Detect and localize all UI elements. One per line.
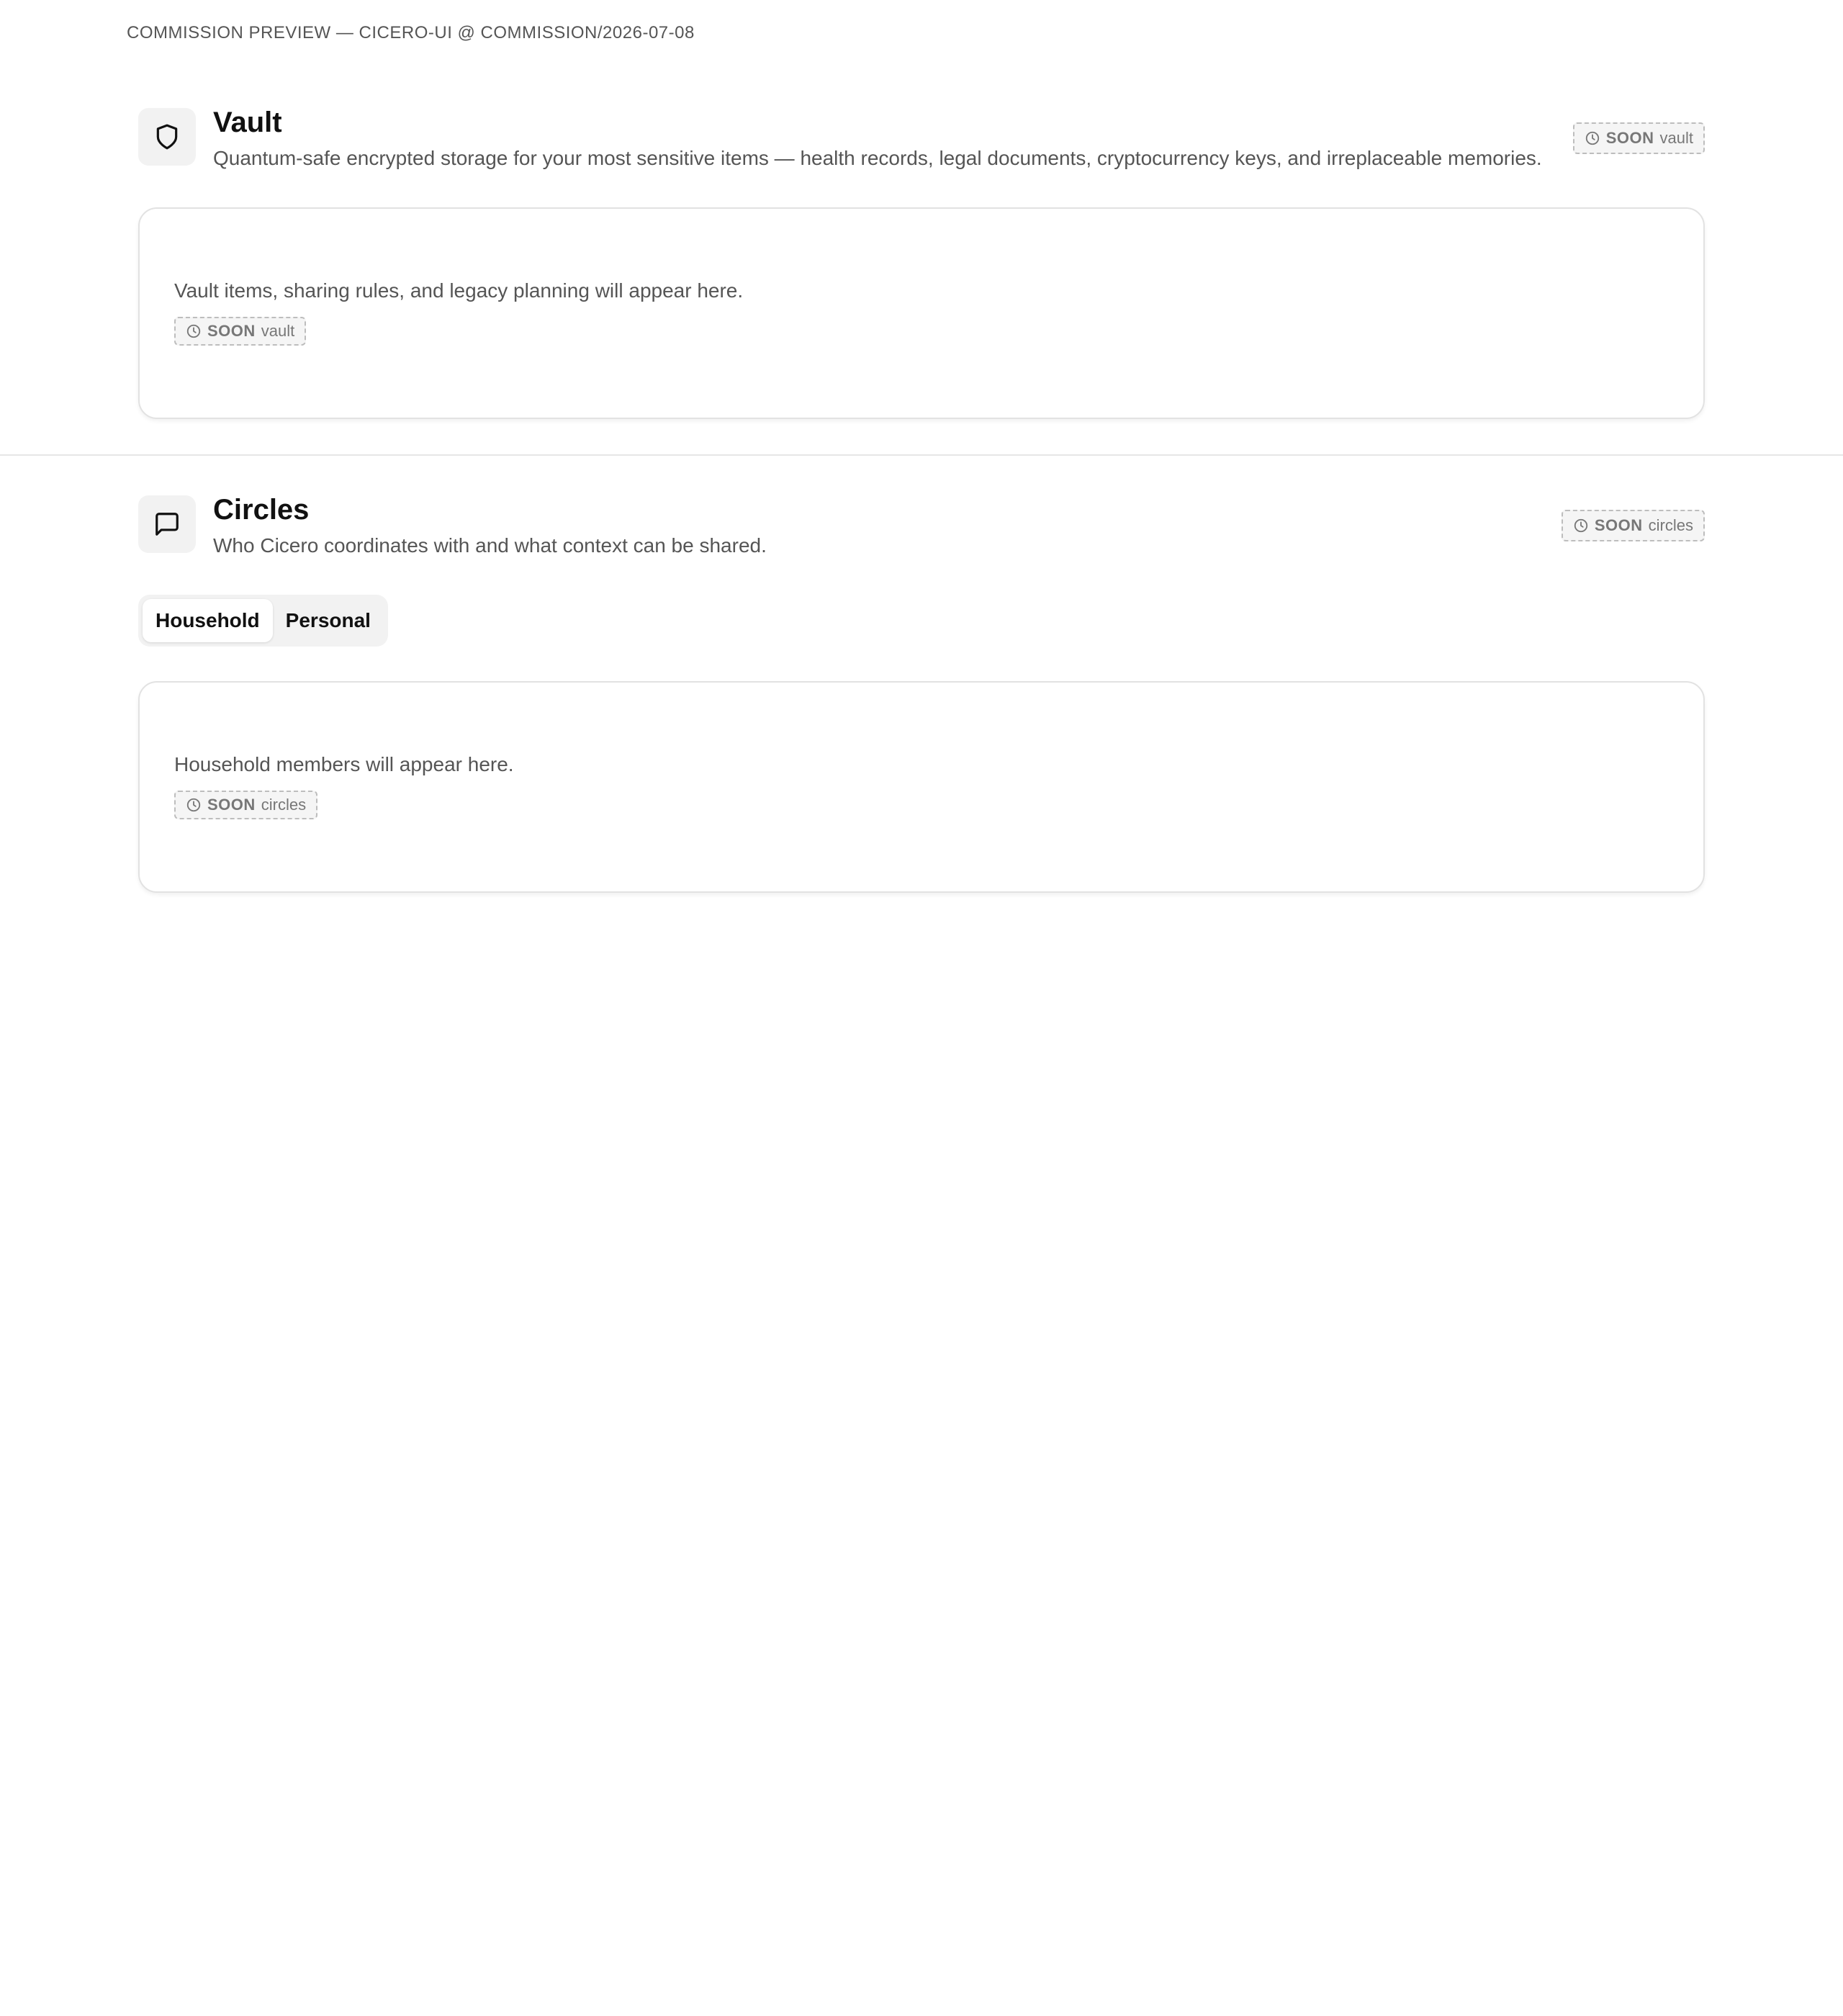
- badge-status: SOON: [1594, 516, 1643, 534]
- message-icon: [138, 495, 196, 553]
- circles-soon-badge: SOON circles: [1561, 510, 1705, 541]
- circles-description: Who Cicero coordinates with and what con…: [213, 534, 767, 557]
- shield-icon: [138, 108, 196, 166]
- circles-header: Circles Who Cicero coordinates with and …: [138, 494, 1705, 564]
- badge-status: SOON: [207, 322, 256, 340]
- clock-icon: [1585, 131, 1599, 145]
- clock-icon: [1574, 518, 1588, 533]
- circles-title: Circles: [213, 494, 310, 526]
- circles-card-soon-badge: SOON circles: [174, 791, 318, 819]
- badge-label: vault: [1659, 129, 1693, 147]
- vault-card: Vault items, sharing rules, and legacy p…: [138, 207, 1705, 419]
- tab-personal[interactable]: Personal: [273, 599, 384, 642]
- circles-empty-text: Household members will appear here.: [174, 753, 514, 775]
- commission-preview-bar: COMMISSION PREVIEW — CICERO-UI @ COMMISS…: [127, 23, 695, 42]
- badge-label: circles: [261, 796, 307, 814]
- badge-status: SOON: [1605, 129, 1654, 147]
- section-divider: [0, 454, 1843, 456]
- vault-description: Quantum-safe encrypted storage for your …: [213, 147, 1542, 169]
- vault-empty-text: Vault items, sharing rules, and legacy p…: [174, 279, 744, 302]
- vault-soon-badge: SOON vault: [1572, 122, 1705, 154]
- clock-icon: [186, 798, 201, 812]
- clock-icon: [186, 324, 201, 338]
- vault-title: Vault: [213, 107, 282, 138]
- badge-label: vault: [261, 322, 295, 340]
- vault-card-soon-badge: SOON vault: [174, 317, 307, 346]
- tab-household[interactable]: Household: [143, 599, 273, 642]
- circles-tabs: Household Personal: [138, 595, 388, 647]
- vault-section: Vault Quantum-safe encrypted storage for…: [138, 107, 1705, 419]
- badge-label: circles: [1648, 516, 1693, 534]
- vault-header: Vault Quantum-safe encrypted storage for…: [138, 107, 1705, 177]
- circles-card: Household members will appear here. SOON…: [138, 681, 1705, 893]
- badge-status: SOON: [207, 796, 256, 814]
- circles-section: Circles Who Cicero coordinates with and …: [138, 494, 1705, 893]
